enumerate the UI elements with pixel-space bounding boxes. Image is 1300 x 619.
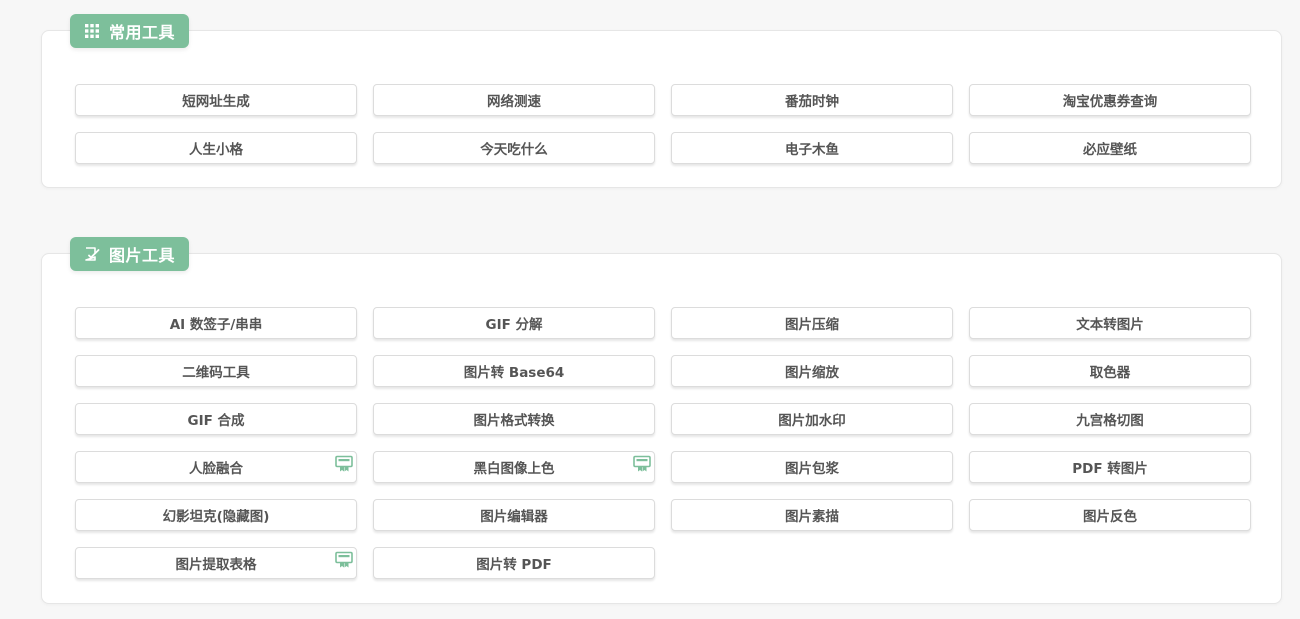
- tool-button-label: 图片转 PDF: [476, 557, 552, 573]
- tool-button[interactable]: AI 数签子/串串: [75, 307, 357, 339]
- tool-button-label: 人脸融合: [189, 461, 243, 477]
- tool-button[interactable]: 图片加水印: [671, 403, 953, 435]
- tool-button[interactable]: 黑白图像上色: [373, 451, 655, 483]
- tool-button[interactable]: 图片缩放: [671, 355, 953, 387]
- section-title: 图片工具: [109, 246, 176, 265]
- tool-button[interactable]: GIF 分解: [373, 307, 655, 339]
- tool-button[interactable]: 网络测速: [373, 84, 655, 116]
- tool-button-label: 短网址生成: [182, 94, 250, 110]
- image-edit-icon: [84, 246, 100, 262]
- tool-button-label: 网络测速: [487, 94, 541, 110]
- tool-button-label: 必应壁纸: [1083, 142, 1137, 158]
- vip-badge-icon: [334, 455, 354, 473]
- tool-button-label: 二维码工具: [182, 365, 250, 381]
- tool-button-label: 番茄时钟: [785, 94, 839, 110]
- tool-button-label: 图片素描: [785, 509, 839, 525]
- tool-button[interactable]: 淘宝优惠券查询: [969, 84, 1251, 116]
- tool-button-label: 图片提取表格: [175, 557, 257, 573]
- tool-button[interactable]: 必应壁纸: [969, 132, 1251, 164]
- tool-button[interactable]: 取色器: [969, 355, 1251, 387]
- tool-button-label: 幻影坦克(隐藏图): [162, 509, 270, 525]
- tool-button[interactable]: 今天吃什么: [373, 132, 655, 164]
- tool-button-label: 黑白图像上色: [473, 461, 555, 477]
- vip-badge-icon: [334, 551, 354, 569]
- tool-button[interactable]: 图片提取表格: [75, 547, 357, 579]
- tool-button-label: 九宫格切图: [1076, 413, 1144, 429]
- tool-button-label: 图片转 Base64: [463, 365, 565, 381]
- tool-button[interactable]: 文本转图片: [969, 307, 1251, 339]
- tool-grid-common: 短网址生成 网络测速 番茄时钟 淘宝优惠券查询人生小格 今天吃什么 电子木鱼 必应壁纸: [75, 84, 1251, 164]
- tool-button-label: 今天吃什么: [480, 142, 548, 158]
- tool-button-label: 图片加水印: [778, 413, 846, 429]
- tool-button-label: 图片缩放: [785, 365, 839, 381]
- tool-button-label: GIF 合成: [187, 413, 245, 429]
- section-image-tools: 图片工具 AI 数签子/串串 GIF 分解 图片压缩 文本转图片二维码工具 图片转 Ba…: [41, 237, 1282, 604]
- tool-button[interactable]: 图片反色: [969, 499, 1251, 531]
- tool-button[interactable]: 人生小格: [75, 132, 357, 164]
- tool-button-label: 电子木鱼: [785, 142, 839, 158]
- tool-button[interactable]: 图片转 Base64: [373, 355, 655, 387]
- tool-button[interactable]: 图片格式转换: [373, 403, 655, 435]
- tool-button[interactable]: 短网址生成: [75, 84, 357, 116]
- section-header-common-tools: 常用工具: [70, 14, 190, 48]
- tool-button[interactable]: 九宫格切图: [969, 403, 1251, 435]
- tool-button-label: 文本转图片: [1076, 317, 1144, 333]
- section-common-tools: 常用工具 短网址生成 网络测速 番茄时钟 淘宝优惠券查询人生小格 今天吃什么 电子木鱼 必应…: [41, 14, 1282, 188]
- tool-button[interactable]: 图片素描: [671, 499, 953, 531]
- tool-button-label: 人生小格: [189, 142, 243, 158]
- tool-button-label: 淘宝优惠券查询: [1062, 94, 1158, 110]
- tool-button-label: 图片格式转换: [473, 413, 555, 429]
- tool-button[interactable]: 电子木鱼: [671, 132, 953, 164]
- tool-grid-image: AI 数签子/串串 GIF 分解 图片压缩 文本转图片二维码工具 图片转 Base64 图…: [75, 307, 1251, 579]
- grid-icon: [84, 23, 100, 39]
- tool-button[interactable]: 图片压缩: [671, 307, 953, 339]
- section-title: 常用工具: [109, 23, 176, 42]
- tool-button[interactable]: GIF 合成: [75, 403, 357, 435]
- tool-button[interactable]: 图片编辑器: [373, 499, 655, 531]
- tool-button-label: 图片编辑器: [480, 509, 548, 525]
- tool-button-label: GIF 分解: [485, 317, 543, 333]
- tool-button[interactable]: 幻影坦克(隐藏图): [75, 499, 357, 531]
- tool-button-label: 图片包浆: [785, 461, 839, 477]
- tool-button-label: 图片反色: [1083, 509, 1137, 525]
- tool-button-label: PDF 转图片: [1072, 461, 1148, 477]
- tool-button[interactable]: 番茄时钟: [671, 84, 953, 116]
- tool-button-label: 图片压缩: [785, 317, 839, 333]
- tool-button[interactable]: 图片包浆: [671, 451, 953, 483]
- vip-badge-icon: [632, 455, 652, 473]
- tool-button-label: AI 数签子/串串: [169, 317, 263, 333]
- tool-button-label: 取色器: [1089, 365, 1131, 381]
- section-header-image-tools: 图片工具: [70, 237, 190, 271]
- tool-button[interactable]: 人脸融合: [75, 451, 357, 483]
- tool-button[interactable]: 图片转 PDF: [373, 547, 655, 579]
- tool-button[interactable]: 二维码工具: [75, 355, 357, 387]
- tool-button[interactable]: PDF 转图片: [969, 451, 1251, 483]
